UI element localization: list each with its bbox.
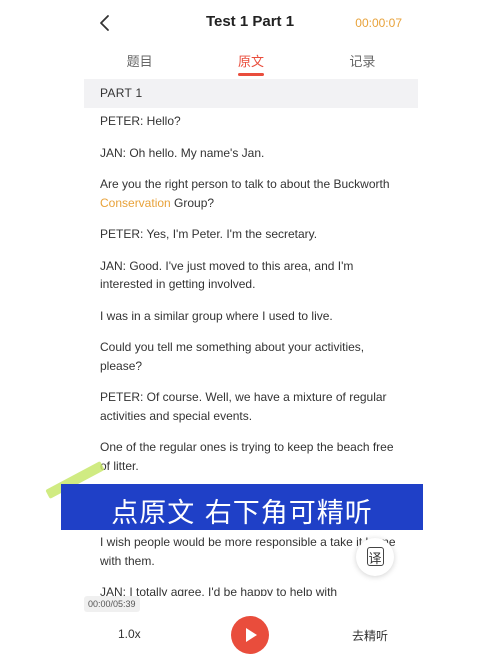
transcript-paragraph[interactable]: I was in a similar group where I used to… <box>100 307 400 326</box>
instruction-text: 点原文 右下角可精听 <box>111 498 373 529</box>
tab-bar: 题目 原文 记录 <box>84 46 418 78</box>
translate-button[interactable]: 译 <box>356 538 394 576</box>
tab-label: 记录 <box>349 54 376 69</box>
playback-time: 00:00/05:39 <box>84 596 140 612</box>
active-tab-indicator <box>237 73 264 76</box>
translate-label: 译 <box>368 552 382 567</box>
instruction-banner: 点原文 右下角可精听 <box>61 484 423 530</box>
play-button[interactable] <box>231 616 269 654</box>
tab-questions[interactable]: 题目 <box>84 46 195 78</box>
transcript-paragraph[interactable]: One of the regular ones is trying to kee… <box>100 438 400 475</box>
text-segment: Are you the right person to talk to abou… <box>100 177 390 191</box>
part-header: PART 1 <box>84 79 418 108</box>
transcript-paragraph[interactable]: Are you the right person to talk to abou… <box>100 175 400 212</box>
transcript-paragraph[interactable]: PETER: Hello? <box>100 112 400 131</box>
tab-transcript[interactable]: 原文 <box>195 46 306 78</box>
transcript-paragraph[interactable]: Could you tell me something about your a… <box>100 338 400 375</box>
player-bar: 00:00/05:39 1.0x 去精听 <box>0 596 500 654</box>
transcript-content[interactable]: PETER: Hello? JAN: Oh hello. My name's J… <box>100 112 400 615</box>
precise-listening-button[interactable]: 去精听 <box>352 627 388 644</box>
transcript-paragraph[interactable]: PETER: Yes, I'm Peter. I'm the secretary… <box>100 225 400 244</box>
transcript-paragraph[interactable]: PETER: Of course. Well, we have a mixtur… <box>100 388 400 425</box>
timer: 00:00:07 <box>355 16 402 30</box>
highlighted-word[interactable]: Conservation <box>100 196 171 210</box>
text-segment: Group? <box>170 195 215 210</box>
part-label: PART 1 <box>100 86 143 100</box>
page-title: Test 1 Part 1 <box>205 13 295 30</box>
header: Test 1 Part 1 00:00:07 <box>0 0 500 46</box>
tab-label: 题目 <box>126 54 153 69</box>
tab-label: 原文 <box>237 54 264 69</box>
speed-button[interactable]: 1.0x <box>118 627 141 641</box>
transcript-paragraph[interactable]: JAN: Oh hello. My name's Jan. <box>100 144 400 163</box>
transcript-paragraph[interactable]: I wish people would be more responsible … <box>100 533 400 570</box>
play-icon <box>246 628 257 642</box>
tab-records[interactable]: 记录 <box>307 46 418 78</box>
transcript-paragraph[interactable]: JAN: Good. I've just moved to this area,… <box>100 257 400 294</box>
